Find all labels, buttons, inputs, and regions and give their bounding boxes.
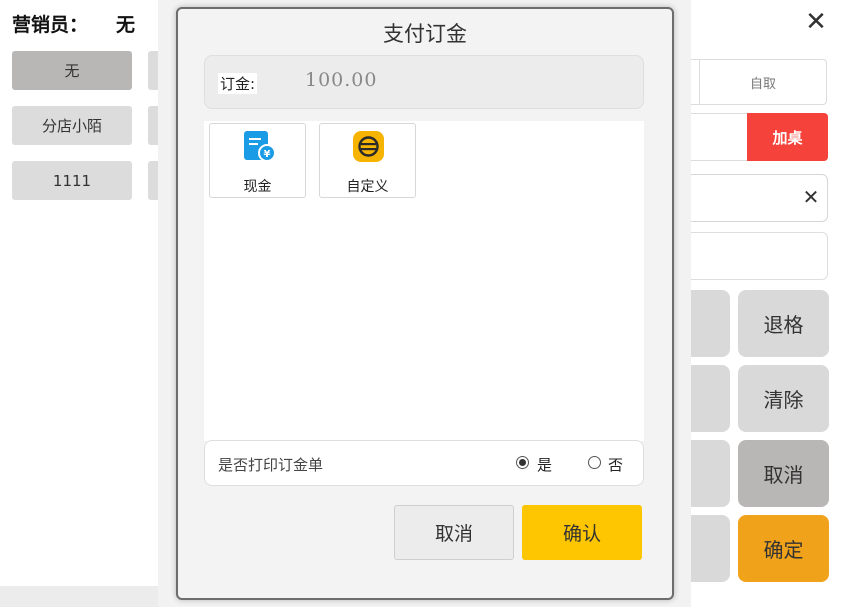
add-table-label: 加桌: [772, 128, 803, 147]
backspace-key[interactable]: 退格: [738, 290, 829, 357]
confirm-button[interactable]: 确认: [522, 505, 642, 560]
deposit-amount-field[interactable]: 订金: 100.00: [204, 55, 644, 109]
pay-deposit-dialog: 支付订金 订金: 100.00 ¥ 现金 自定义 是否打印订金单 是 否 取消 …: [176, 7, 674, 600]
pay-method-custom[interactable]: 自定义: [319, 123, 416, 198]
confirm-button-label: 确认: [562, 523, 601, 545]
keypad-key-peek: [690, 290, 730, 357]
cancel-key-label: 取消: [763, 463, 804, 487]
staff-button-branch[interactable]: 分店小陌: [12, 106, 132, 145]
close-icon[interactable]: ✕: [803, 9, 829, 36]
clear-key-label: 清除: [763, 388, 804, 412]
note-input[interactable]: [682, 232, 828, 280]
table-number-field[interactable]: [682, 113, 747, 161]
cancel-button-label: 取消: [434, 523, 473, 545]
cancel-key[interactable]: 取消: [738, 440, 829, 507]
deposit-label: 订金:: [218, 73, 258, 94]
tab-self-pickup[interactable]: 自取: [700, 60, 826, 104]
clear-icon[interactable]: ✕: [798, 184, 824, 210]
add-table-button[interactable]: 加桌: [747, 113, 828, 161]
print-receipt-label: 是否打印订金单: [218, 456, 324, 474]
staff-button-label: 1111: [52, 171, 92, 190]
pay-method-label: 自定义: [346, 179, 389, 195]
keypad-key-peek: [690, 440, 730, 507]
staff-button-label: 分店小陌: [41, 117, 102, 135]
ok-key-label: 确定: [763, 538, 804, 562]
staff-button-none[interactable]: 无: [12, 51, 132, 90]
background-left-footer: [0, 586, 162, 607]
salesman-label: 营销员：: [12, 14, 89, 36]
print-receipt-row: 是否打印订金单 是 否: [204, 440, 644, 486]
tab-self-pickup-label: 自取: [749, 76, 776, 92]
print-no-radio[interactable]: [588, 456, 601, 469]
salesman-header: 营销员： 无: [12, 10, 135, 37]
deposit-value: 100.00: [305, 69, 378, 91]
keypad-key-peek: [690, 515, 730, 582]
staff-button-label: 无: [64, 62, 80, 80]
pay-method-label: 现金: [243, 179, 272, 195]
clear-key[interactable]: 清除: [738, 365, 829, 432]
print-yes-label[interactable]: 是: [537, 454, 552, 475]
custom-payment-icon: [353, 131, 384, 162]
backspace-key-label: 退格: [763, 313, 804, 337]
background-left-panel: [0, 0, 162, 607]
ok-key[interactable]: 确定: [738, 515, 829, 582]
payment-methods-area: ¥ 现金 自定义: [204, 121, 644, 441]
cancel-button[interactable]: 取消: [394, 505, 514, 560]
dialog-title: 支付订金: [383, 22, 467, 46]
print-yes-radio[interactable]: [516, 456, 529, 469]
staff-button-1111[interactable]: 1111: [12, 161, 132, 200]
svg-text:¥: ¥: [264, 149, 271, 160]
cash-icon: ¥: [244, 131, 275, 162]
pay-method-cash[interactable]: ¥ 现金: [209, 123, 306, 198]
salesman-value: 无: [116, 14, 136, 36]
keypad-key-peek: [690, 365, 730, 432]
print-no-label[interactable]: 否: [608, 454, 623, 475]
